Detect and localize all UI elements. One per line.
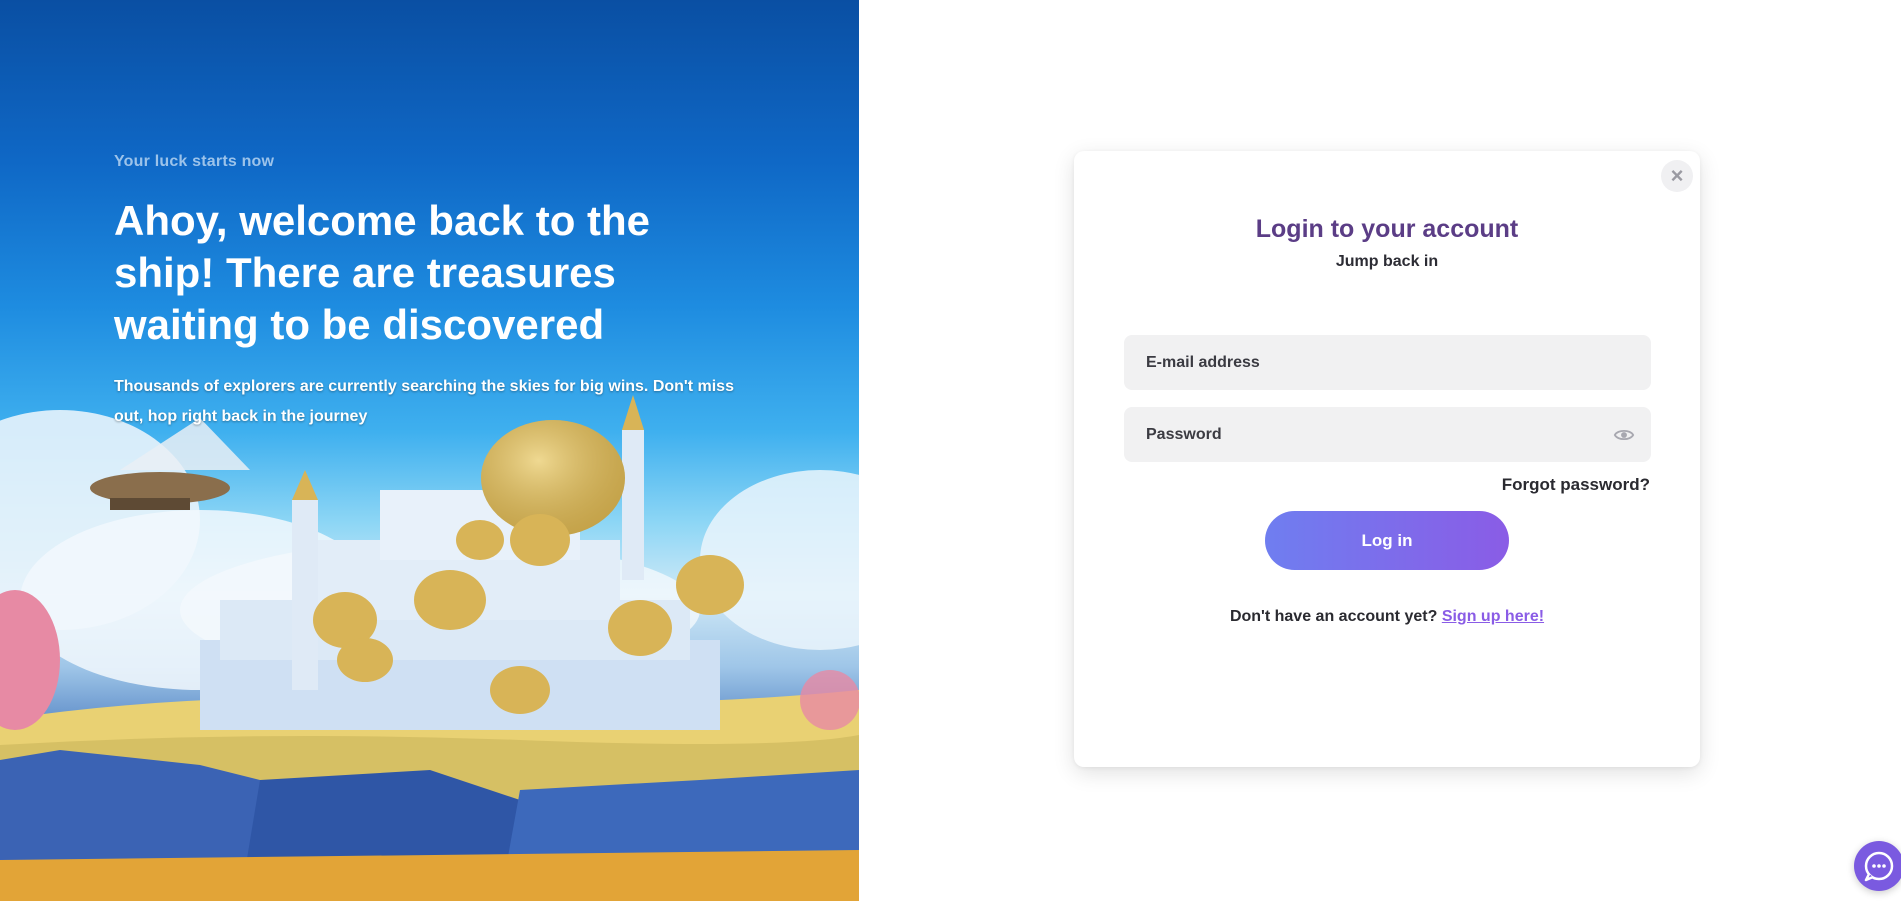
modal-title: Login to your account <box>1255 215 1519 243</box>
password-field-wrapper <box>1124 407 1651 462</box>
hero-illustration <box>0 395 859 901</box>
signup-line: Don't have an account yet? Sign up here! <box>1074 608 1700 626</box>
hero-subtitle: Thousands of explorers are currently sea… <box>114 378 734 425</box>
login-button[interactable]: Log in <box>1265 511 1509 570</box>
close-icon: × <box>1670 163 1684 188</box>
login-modal: × Login to your account Jump back in For… <box>1074 151 1700 767</box>
hero-title: Ahoy, welcome back to the ship! There ar… <box>114 197 651 348</box>
hero-eyebrow: Your luck starts now <box>114 153 275 170</box>
chat-button[interactable] <box>1854 841 1901 891</box>
signup-link[interactable]: Sign up here! <box>1442 608 1544 625</box>
signup-prompt: Don't have an account yet? <box>1229 608 1438 625</box>
modal-subtitle: Jump back in <box>1335 253 1439 270</box>
forgot-password-link[interactable]: Forgot password? <box>1502 475 1650 495</box>
email-field-wrapper <box>1124 335 1651 390</box>
password-field[interactable] <box>1124 407 1651 462</box>
hero-panel: Your luck starts now Ahoy, welcome back … <box>0 0 859 901</box>
email-field[interactable] <box>1124 335 1651 390</box>
close-button[interactable]: × <box>1661 160 1693 192</box>
chat-icon <box>1864 851 1894 882</box>
eye-icon[interactable] <box>1613 424 1635 446</box>
